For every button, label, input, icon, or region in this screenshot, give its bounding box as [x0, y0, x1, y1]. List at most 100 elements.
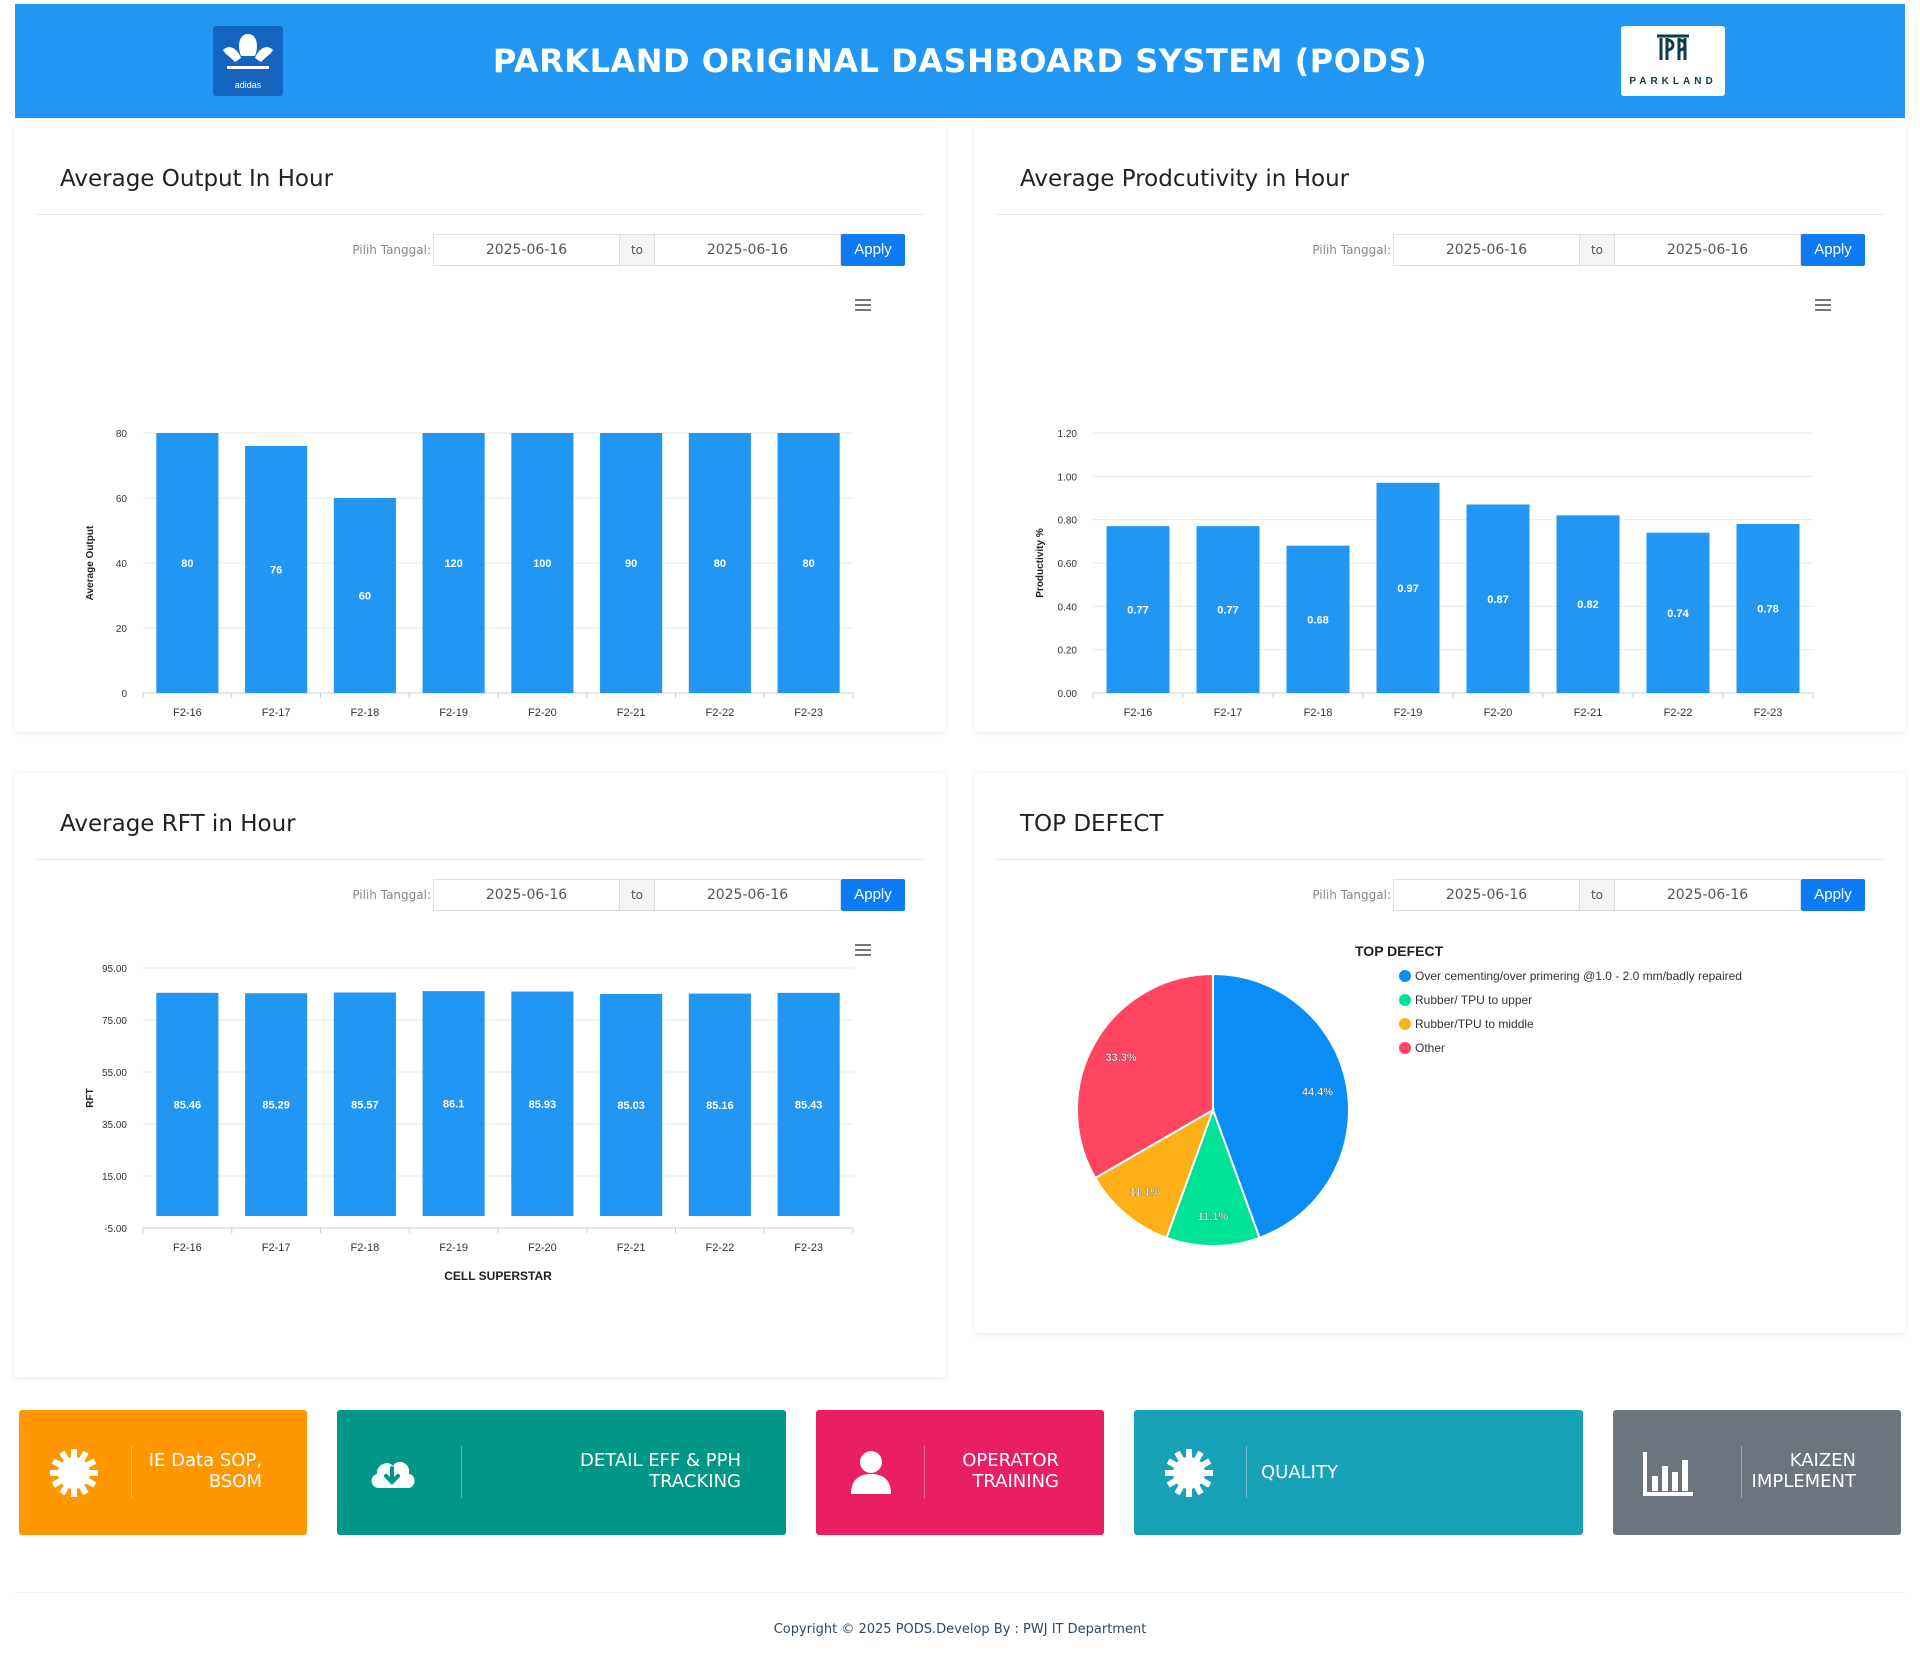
date-to-separator: to: [1580, 234, 1614, 266]
tile-separator: [1246, 1446, 1247, 1498]
parkland-logo[interactable]: PARKLAND: [1621, 26, 1725, 96]
footer-divider: [15, 1592, 1905, 1593]
legend-label[interactable]: Other: [1415, 1041, 1445, 1055]
date-to-input[interactable]: 2025-06-16: [654, 879, 841, 911]
x-tick-label: F2-21: [617, 1242, 646, 1254]
x-tick-label: F2-19: [439, 1242, 468, 1254]
y-tick-label: 20: [116, 624, 128, 635]
tile-label: QUALITY: [1261, 1462, 1338, 1483]
quality-tile[interactable]: QUALITY: [1134, 1410, 1583, 1535]
date-filter: Pilih Tanggal: 2025-06-16 to 2025-06-16 …: [1312, 879, 1865, 911]
apply-button[interactable]: Apply: [1801, 234, 1865, 266]
date-filter-label: Pilih Tanggal:: [352, 243, 431, 257]
y-axis-title: Productivity %: [1035, 528, 1046, 598]
date-to-separator: to: [620, 879, 654, 911]
pie-data-label: 33.3%: [1106, 1052, 1137, 1064]
date-filter-label: Pilih Tanggal:: [1312, 243, 1391, 257]
x-tick-label: F2-17: [262, 707, 291, 719]
parkland-emblem-icon: [1657, 34, 1689, 60]
x-tick-label: F2-18: [351, 1242, 380, 1254]
date-to-input[interactable]: 2025-06-16: [1614, 234, 1801, 266]
tile-label: IE Data SOP, BSOM: [148, 1450, 262, 1492]
y-tick-label: 0.60: [1058, 559, 1078, 570]
y-tick-label: 95.00: [102, 964, 127, 975]
y-axis-title: RFT: [85, 1088, 96, 1107]
card-title: Average RFT in Hour: [60, 811, 296, 837]
bar-data-label: 0.77: [1217, 605, 1238, 617]
date-filter: Pilih Tanggal: 2025-06-16 to 2025-06-16 …: [1312, 234, 1865, 266]
legend-marker[interactable]: [1399, 1018, 1411, 1030]
pie-data-label: 11.1%: [1198, 1211, 1229, 1223]
bar-data-label: 90: [625, 558, 637, 570]
y-axis-title: Average Output: [85, 525, 96, 600]
tile-label: OPERATOR TRAINING: [962, 1450, 1059, 1492]
apply-button[interactable]: Apply: [1801, 879, 1865, 911]
bar-data-label: 80: [803, 558, 815, 570]
apply-button[interactable]: Apply: [841, 234, 905, 266]
y-tick-label: 15.00: [102, 1172, 127, 1183]
tile-label: DETAIL EFF & PPH TRACKING: [579, 1450, 741, 1492]
card-title: Average Prodcutivity in Hour: [1020, 166, 1350, 192]
x-axis-title: CELL SUPERSTAR: [444, 1269, 552, 1283]
bar-data-label: 60: [359, 591, 371, 603]
bar-data-label: 0.74: [1667, 608, 1689, 620]
x-tick-label: F2-16: [173, 1242, 202, 1254]
date-from-input[interactable]: 2025-06-16: [1393, 234, 1580, 266]
x-tick-label: F2-19: [439, 707, 468, 719]
divider: [35, 859, 925, 860]
card-title: Average Output In Hour: [60, 166, 334, 192]
date-from-input[interactable]: 2025-06-16: [433, 234, 620, 266]
apply-button[interactable]: Apply: [841, 879, 905, 911]
y-tick-label: 0.20: [1058, 646, 1078, 657]
bar-data-label: 85.46: [174, 1099, 202, 1111]
bar-data-label: 85.93: [529, 1099, 557, 1111]
bar-data-label: 85.16: [706, 1100, 734, 1112]
tile-separator: [1741, 1446, 1742, 1498]
kaizen-implement-tile[interactable]: KAIZEN IMPLEMENT: [1613, 1410, 1901, 1535]
header-bar: adidas PARKLAND ORIGINAL DASHBOARD SYSTE…: [15, 4, 1905, 118]
bar-data-label: 0.87: [1487, 594, 1508, 606]
date-to-input[interactable]: 2025-06-16: [1614, 879, 1801, 911]
date-to-input[interactable]: 2025-06-16: [654, 234, 841, 266]
ie-data-sop-tile[interactable]: IE Data SOP, BSOM: [19, 1410, 307, 1535]
divider: [995, 859, 1885, 860]
pie-legend-title: TOP DEFECT: [1355, 943, 1444, 959]
legend-label[interactable]: Rubber/ TPU to upper: [1415, 993, 1532, 1007]
rft-card: Average RFT in Hour Pilih Tanggal: 2025-…: [15, 773, 945, 1377]
user-icon: [851, 1451, 891, 1494]
date-to-separator: to: [1580, 879, 1614, 911]
date-from-input[interactable]: 2025-06-16: [1393, 879, 1580, 911]
bar-data-label: 0.78: [1757, 604, 1778, 616]
x-tick-label: F2-20: [1484, 707, 1513, 719]
pie-data-label: 44.4%: [1302, 1087, 1333, 1099]
top-defect-pie-chart: 44.4% 11.1% 11.1% 33.3% TOP DEFECT Over cemen…: [1076, 943, 1742, 1247]
gear-icon: [1165, 1449, 1213, 1497]
x-tick-label: F2-23: [1754, 707, 1783, 719]
output-bar-chart: 0 20 40 60 80 80 F2-16 76 F2-17 60 F2-18 120 F2-19 10…: [85, 429, 854, 719]
legend-marker[interactable]: [1399, 970, 1411, 982]
bar-data-label: 80: [181, 558, 193, 570]
bar-data-label: 85.43: [795, 1099, 823, 1111]
y-tick-label: 75.00: [102, 1016, 127, 1027]
date-from-input[interactable]: 2025-06-16: [433, 879, 620, 911]
legend-label[interactable]: Rubber/TPU to middle: [1415, 1017, 1534, 1031]
legend-marker[interactable]: [1399, 1042, 1411, 1054]
x-tick-label: F2-21: [1574, 707, 1603, 719]
legend-label[interactable]: Over cementing/over primering @1.0 - 2.0…: [1415, 969, 1742, 983]
y-tick-label: 0.80: [1058, 516, 1078, 527]
bar-data-label: 0.97: [1397, 583, 1418, 595]
x-tick-label: F2-17: [1214, 707, 1243, 719]
y-tick-label: 1.00: [1058, 472, 1078, 483]
y-tick-label: 60: [116, 494, 128, 505]
x-tick-label: F2-20: [528, 707, 557, 719]
y-tick-label: 40: [116, 559, 128, 570]
adidas-logo-text: adidas: [234, 80, 262, 90]
tile-label: KAIZEN IMPLEMENT: [1751, 1450, 1856, 1492]
top-defect-card: TOP DEFECT Pilih Tanggal: 2025-06-16 to …: [975, 773, 1905, 1333]
detail-eff-tile[interactable]: DETAIL EFF & PPH TRACKING: [337, 1410, 786, 1535]
rft-bar-chart: -5.00 15.00 35.00 55.00 75.00 95.00 85.46 F2-16…: [85, 964, 854, 1283]
legend-marker[interactable]: [1399, 994, 1411, 1006]
bar-data-label: 0.68: [1307, 614, 1328, 626]
productivity-card: Average Prodcutivity in Hour Pilih Tangg…: [975, 128, 1905, 732]
operator-training-tile[interactable]: OPERATOR TRAINING: [816, 1410, 1104, 1535]
